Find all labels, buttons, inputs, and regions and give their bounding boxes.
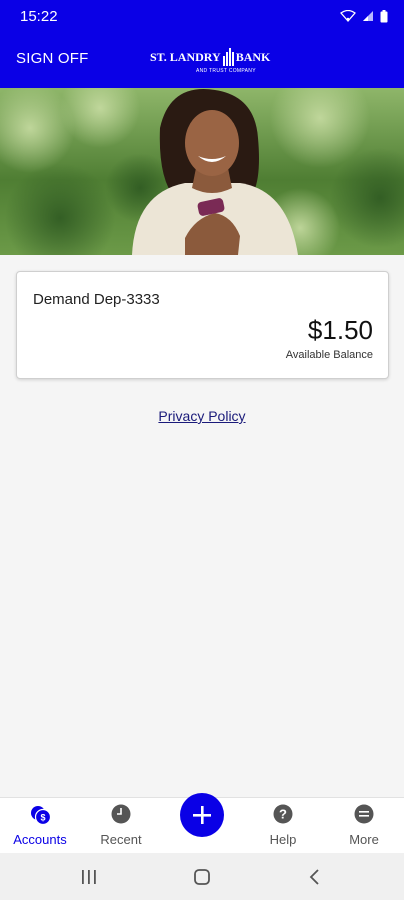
wifi-icon (340, 10, 356, 22)
back-icon[interactable] (308, 869, 322, 885)
logo-subtext: AND TRUST COMPANY (196, 68, 256, 74)
svg-text:?: ? (279, 807, 287, 822)
sign-off-button[interactable]: SIGN OFF (16, 50, 88, 67)
account-name: Demand Dep-3333 (33, 291, 160, 308)
signal-icon (363, 11, 373, 21)
app-header: SIGN OFF ST. LANDRY BANK AND TRUST COMPA… (0, 32, 404, 88)
add-action-button[interactable] (180, 793, 224, 837)
hero-illustration (0, 88, 404, 255)
logo-bars-icon (222, 48, 234, 66)
logo-text-right: BANK (235, 49, 271, 64)
help-icon: ? (273, 804, 293, 824)
nav-label-recent: Recent (100, 832, 142, 847)
home-icon[interactable] (193, 869, 211, 885)
privacy-policy-link[interactable]: Privacy Policy (0, 408, 404, 424)
nav-label-help: Help (269, 832, 297, 847)
status-icons (340, 9, 388, 23)
bank-logo: ST. LANDRY BANK (150, 48, 270, 66)
battery-icon (380, 9, 388, 22)
account-card[interactable]: Demand Dep-3333 $1.50 Available Balance (16, 271, 389, 379)
hero-banner-image (0, 88, 404, 255)
nav-label-more: More (349, 832, 379, 847)
plus-icon (193, 806, 211, 824)
nav-item-recent[interactable]: Recent (81, 798, 161, 854)
clock-icon (111, 804, 131, 824)
logo-text-left: ST. LANDRY (150, 49, 221, 64)
nav-item-help[interactable]: ? Help (243, 798, 323, 854)
status-bar: 15:22 (0, 0, 404, 32)
status-time: 15:22 (20, 7, 58, 25)
nav-label-accounts: Accounts (13, 832, 67, 847)
system-nav-bar (0, 853, 404, 900)
nav-item-accounts[interactable]: $ Accounts (0, 798, 80, 854)
account-balance-amount: $1.50 (307, 315, 373, 345)
available-balance-label: Available Balance (285, 349, 373, 361)
recent-apps-icon[interactable] (80, 869, 98, 885)
accounts-icon: $ (31, 806, 52, 826)
more-icon (354, 804, 374, 824)
nav-item-more[interactable]: More (324, 798, 404, 854)
svg-text:$: $ (40, 813, 45, 823)
